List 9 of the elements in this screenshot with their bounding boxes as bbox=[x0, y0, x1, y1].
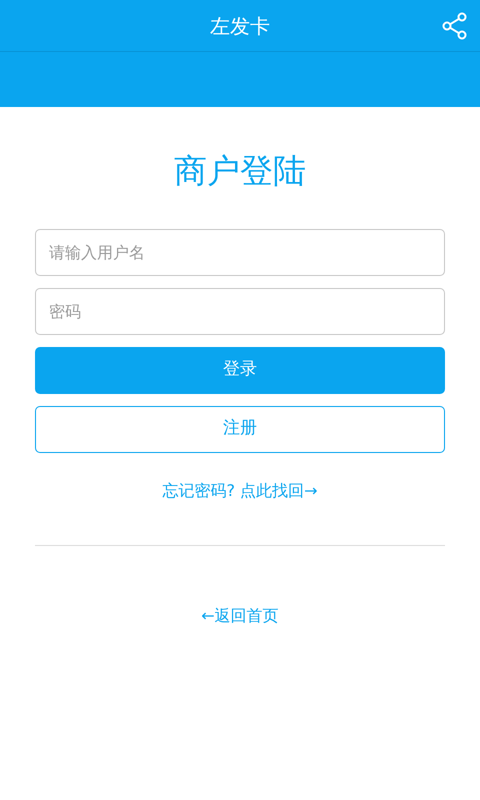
password-field[interactable]: 密码 bbox=[35, 288, 445, 335]
page-title: 商户登陆 bbox=[174, 151, 306, 191]
forgot-password-link[interactable]: 忘记密码? 点此找回→ bbox=[162, 480, 318, 500]
login-button[interactable]: 登录 bbox=[35, 346, 445, 394]
header-title: 左发卡 bbox=[210, 14, 270, 38]
share-icon[interactable] bbox=[442, 12, 468, 40]
register-button[interactable]: 注册 bbox=[35, 406, 445, 453]
back-home-link[interactable]: ←返回首页 bbox=[201, 606, 279, 625]
username-field[interactable]: 请输入用户名 bbox=[35, 228, 445, 276]
